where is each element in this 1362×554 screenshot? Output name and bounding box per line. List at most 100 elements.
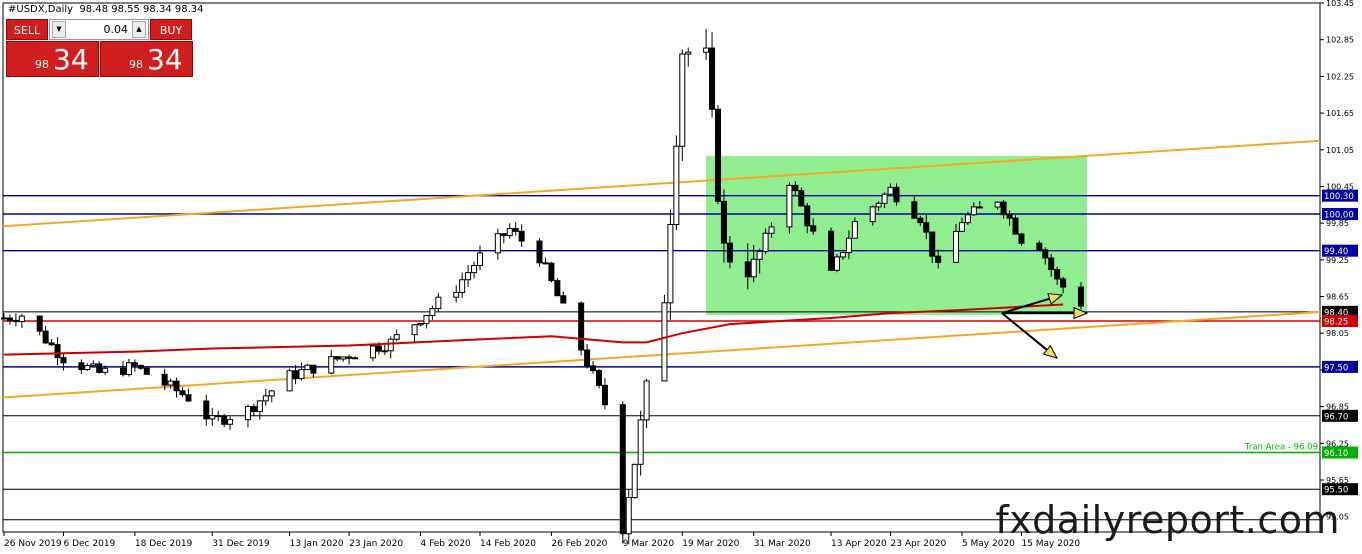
candle-body-126[interactable] [1048,257,1055,271]
candle-body-20[interactable] [167,380,174,386]
candle-body-61[interactable] [506,228,513,237]
sell-price-box[interactable]: 98 34 [6,41,99,77]
candle-body-8[interactable] [60,357,67,364]
candle-body-92[interactable] [762,232,769,252]
candle-body-68[interactable] [560,295,567,304]
candle-body-38[interactable] [310,364,317,374]
candle-body-97[interactable] [804,205,811,227]
candle-body-37[interactable] [304,364,311,371]
candle-body-110[interactable] [917,217,924,224]
candle-body-94[interactable] [786,184,793,228]
candle-body-103[interactable] [851,221,858,239]
candle-body-58[interactable] [477,252,483,267]
candle-body-100[interactable] [834,256,840,271]
lot-increase-button[interactable]: ▲ [132,21,146,38]
candle-body-82[interactable] [679,53,686,147]
price-chart[interactable]: 103.45102.85102.25101.65101.05100.4599.8… [0,0,1362,554]
candle-body-43[interactable] [352,357,359,360]
candle-body-14[interactable] [120,367,126,376]
candle-body-28[interactable] [227,419,234,425]
candle-body-21[interactable] [173,380,180,392]
candle-body-24[interactable] [203,400,210,420]
candle-body-105[interactable] [875,202,882,208]
candle-body-80[interactable] [667,223,674,304]
candle-body-22[interactable] [179,390,186,396]
candle-body-85[interactable] [709,47,716,110]
candle-body-77[interactable] [637,419,644,465]
buy-price-box[interactable]: 98 34 [100,41,193,77]
candle-body-10[interactable] [84,365,91,371]
candle-body-29[interactable] [244,405,251,421]
candle-body-78[interactable] [643,380,650,421]
candle-body-91[interactable] [756,250,763,260]
candle-body-7[interactable] [54,344,61,359]
candle-body-2[interactable] [12,319,19,323]
candle-body-71[interactable] [590,365,597,372]
candle-body-3[interactable] [18,315,25,323]
candle-body-5[interactable] [42,330,49,344]
candle-body-45[interactable] [375,345,382,352]
candle-body-96[interactable] [798,190,805,207]
candle-body-59[interactable] [494,233,501,254]
candle-body-40[interactable] [334,356,341,360]
candle-body-127[interactable] [1054,269,1061,280]
candle-body-42[interactable] [346,356,353,359]
candle-body-6[interactable] [48,342,55,346]
candle-body-95[interactable] [792,184,799,192]
candle-body-115[interactable] [958,222,965,232]
candle-body-88[interactable] [726,242,733,263]
candle-body-48[interactable] [393,334,400,340]
candle-body-81[interactable] [673,145,680,225]
candle-body-111[interactable] [923,222,930,233]
candle-body-106[interactable] [881,193,888,204]
candle-body-83[interactable] [685,51,692,55]
candle-body-36[interactable] [298,369,305,380]
candle-body-52[interactable] [429,308,436,316]
candle-body-69[interactable] [578,302,585,351]
candle-body-50[interactable] [417,323,424,326]
candle-body-124[interactable] [1036,242,1043,251]
candle-body-49[interactable] [411,324,418,336]
candle-body-121[interactable] [1006,214,1013,219]
candle-body-90[interactable] [750,258,757,278]
candle-body-63[interactable] [518,230,525,242]
candle-body-72[interactable] [596,370,602,386]
candle-body-47[interactable] [387,338,394,352]
candle-body-44[interactable] [369,345,376,359]
candle-body-33[interactable] [268,390,275,397]
buy-button[interactable]: BUY [150,19,192,40]
candle-body-118[interactable] [976,206,983,209]
candle-body-123[interactable] [1018,233,1025,244]
candle-body-25[interactable] [209,415,216,420]
candle-body-31[interactable] [256,400,263,413]
candle-body-4[interactable] [36,315,43,332]
candle-body-122[interactable] [1012,217,1019,235]
candle-body-60[interactable] [500,233,507,237]
candle-body-0[interactable] [1,317,7,320]
candle-body-86[interactable] [715,108,721,202]
candle-body-19[interactable] [161,373,168,386]
candle-body-70[interactable] [584,349,591,367]
candle-body-76[interactable] [631,463,638,499]
lot-size-input[interactable] [68,20,130,39]
candle-body-18[interactable] [143,367,150,375]
candle-body-35[interactable] [292,370,299,380]
candle-body-34[interactable] [286,370,293,392]
candle-body-129[interactable] [1077,286,1084,307]
candle-body-56[interactable] [465,272,472,281]
candle-body-112[interactable] [929,231,936,257]
candle-body-41[interactable] [340,356,347,360]
candle-body-87[interactable] [720,200,727,244]
candle-body-101[interactable] [839,252,846,258]
candle-body-102[interactable] [845,237,852,254]
candle-body-54[interactable] [453,291,460,298]
candle-body-67[interactable] [554,280,561,297]
candle-body-125[interactable] [1042,249,1049,259]
candle-body-128[interactable] [1060,278,1067,288]
candle-body-79[interactable] [661,302,668,382]
candle-body-15[interactable] [125,362,132,376]
candle-body-51[interactable] [423,314,430,325]
candle-body-89[interactable] [744,261,751,278]
candle-body-74[interactable] [619,404,626,535]
candle-body-17[interactable] [137,364,144,369]
